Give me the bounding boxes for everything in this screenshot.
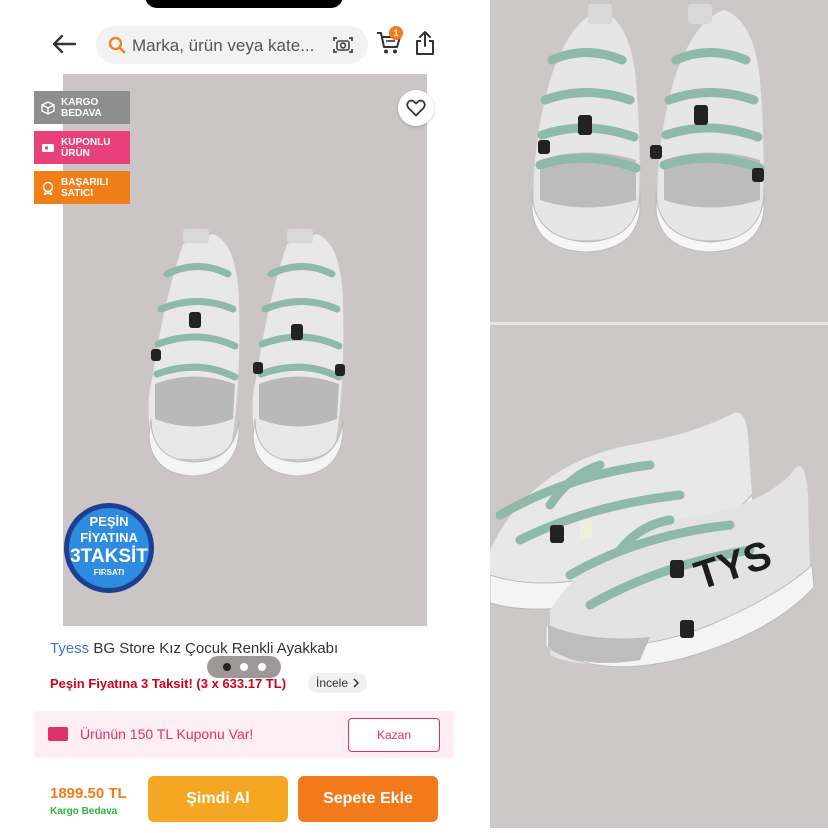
cart-count-badge: 1 bbox=[389, 26, 403, 40]
product-image-carousel[interactable]: KARGO BEDAVA KUPONLU ÜRÜN BAŞARILI SATIC… bbox=[34, 74, 454, 678]
arrow-left-icon bbox=[52, 34, 77, 54]
chevron-right-icon bbox=[353, 678, 360, 688]
kazan-button[interactable]: Kazan bbox=[348, 718, 440, 752]
promo-line-3: 3TAKSİT bbox=[70, 546, 148, 567]
add-to-cart-button[interactable]: Sepete Ekle bbox=[298, 776, 438, 822]
sneakers-side-image: TYS bbox=[489, 412, 815, 668]
product-brand-link[interactable]: Tyess bbox=[50, 640, 89, 657]
promo-line-2: FİYATINA bbox=[80, 530, 138, 545]
buy-now-button[interactable]: Şimdi Al bbox=[148, 776, 288, 822]
carousel-pagination[interactable] bbox=[207, 656, 281, 678]
installment-text: Peşin Fiyatına 3 Taksit! (3 x 633.17 TL) bbox=[50, 676, 287, 691]
ticket-icon bbox=[42, 143, 54, 152]
carousel-dot[interactable] bbox=[240, 663, 248, 671]
search-placeholder: Marka, ürün veya kate... bbox=[132, 36, 315, 55]
product-page: Marka, ürün veya kate... 1 KARGO BEDAVA … bbox=[0, 0, 490, 828]
coupon-banner: Ürünün 150 TL Kuponu Var! Kazan bbox=[34, 711, 454, 758]
search-icon bbox=[108, 36, 126, 54]
medal-icon bbox=[42, 181, 54, 195]
gallery-image-bottom[interactable]: TYS bbox=[489, 325, 828, 828]
badge-coupon: KUPONLU ÜRÜN bbox=[34, 131, 130, 164]
incele-button[interactable]: İncele bbox=[308, 673, 368, 693]
heart-icon bbox=[406, 99, 426, 117]
product-title: Tyess BG Store Kız Çocuk Renkli Ayakkabı bbox=[50, 640, 338, 657]
box-icon bbox=[41, 100, 55, 115]
free-shipping-label: Kargo Bedava bbox=[50, 806, 118, 817]
gallery-image-top[interactable] bbox=[490, 0, 828, 322]
product-name: BG Store Kız Çocuk Renkli Ayakkabı bbox=[89, 640, 339, 657]
installment-promo-sticker: PEŞİN FİYATINA 3TAKSİT FIRSATI bbox=[63, 502, 155, 594]
search-input[interactable]: Marka, ürün veya kate... bbox=[96, 26, 368, 64]
carousel-dot[interactable] bbox=[257, 663, 266, 671]
carousel-dot[interactable] bbox=[222, 663, 231, 671]
promo-line-4: FIRSATI bbox=[94, 568, 125, 577]
cart-button[interactable]: 1 bbox=[376, 26, 404, 58]
share-icon bbox=[416, 31, 434, 55]
favorite-button[interactable] bbox=[398, 90, 434, 126]
device-notch bbox=[145, 0, 343, 8]
share-button[interactable] bbox=[414, 30, 438, 58]
incele-label: İncele bbox=[316, 676, 349, 690]
badge-successful-seller: BAŞARILI SATICI bbox=[34, 171, 130, 204]
promo-line-1: PEŞİN bbox=[89, 514, 128, 529]
camera-search-icon[interactable] bbox=[332, 35, 354, 55]
sneakers-front-image bbox=[531, 4, 765, 253]
coupon-text: Ürünün 150 TL Kuponu Var! bbox=[80, 726, 254, 742]
rating-row-partially-hidden bbox=[50, 703, 430, 711]
price: 1899.50 TL bbox=[50, 785, 127, 802]
back-button[interactable] bbox=[48, 28, 80, 60]
coupon-ticket-icon bbox=[48, 727, 68, 741]
badge-free-shipping: KARGO BEDAVA bbox=[34, 91, 130, 124]
